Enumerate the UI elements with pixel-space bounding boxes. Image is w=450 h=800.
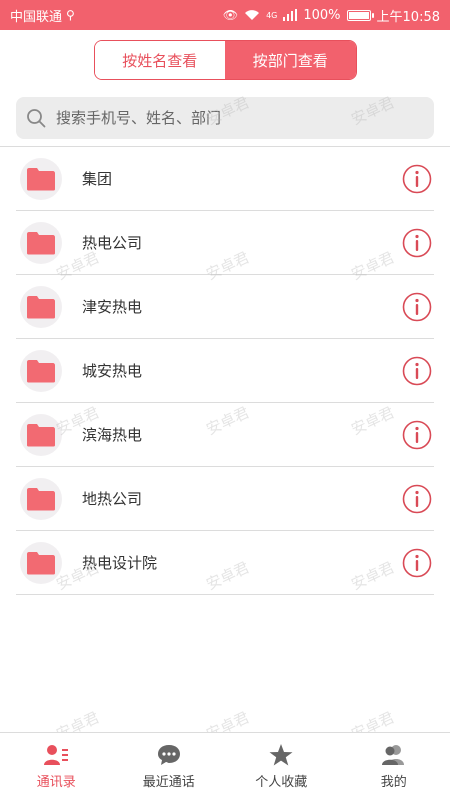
status-bar: 中国联通 ⚲ 👁 4G 100% 上午10:58 — [0, 0, 450, 30]
department-name: 集团 — [82, 170, 113, 188]
contacts-icon — [44, 745, 69, 765]
eye-icon: 👁 — [222, 8, 239, 22]
chat-bubble-icon — [157, 745, 180, 765]
department-row[interactable]: 滨海热电 — [16, 403, 434, 467]
department-name: 地热公司 — [82, 490, 143, 508]
tab-recent-calls[interactable]: 最近通话 — [113, 733, 226, 800]
view-mode-segment: 按姓名查看 按部门查看 — [93, 40, 357, 80]
folder-icon — [20, 349, 62, 392]
carrier-name: 中国联通 — [10, 9, 63, 25]
folder-icon — [20, 477, 62, 520]
department-name: 津安热电 — [82, 298, 143, 316]
tab-contacts[interactable]: 通讯录 — [0, 733, 113, 800]
network-type: 4G — [266, 10, 278, 20]
folder-icon — [20, 541, 62, 584]
tab-favorites-label: 个人收藏 — [255, 775, 308, 790]
search-bar[interactable] — [16, 97, 434, 139]
tab-mine[interactable]: 我的 — [338, 733, 450, 800]
folder-icon — [20, 157, 62, 200]
department-name: 城安热电 — [82, 362, 143, 380]
bottom-tab-bar: 通讯录 最近通话 个人收藏 我的 — [0, 732, 450, 800]
signal-icon — [283, 9, 298, 21]
wifi-icon — [245, 10, 260, 20]
folder-icon — [20, 413, 62, 456]
tab-mine-label: 我的 — [380, 775, 407, 790]
users-icon — [381, 745, 404, 765]
tab-by-department[interactable]: 按部门查看 — [225, 41, 356, 79]
department-name: 热电公司 — [82, 234, 143, 252]
search-icon — [27, 109, 46, 128]
info-icon[interactable] — [402, 228, 432, 258]
department-row[interactable]: 地热公司 — [16, 467, 434, 531]
folder-icon — [20, 285, 62, 328]
clock: 上午10:58 — [376, 9, 440, 25]
info-icon[interactable] — [402, 420, 432, 450]
tab-by-name[interactable]: 按姓名查看 — [94, 41, 225, 79]
department-name: 滨海热电 — [82, 426, 143, 444]
battery-percent: 100% — [303, 7, 341, 23]
usb-icon: ⚲ — [66, 8, 75, 22]
tab-recent-label: 最近通话 — [142, 775, 195, 790]
folder-icon — [20, 221, 62, 264]
info-icon[interactable] — [402, 484, 432, 514]
department-row[interactable]: 热电设计院 — [16, 531, 434, 595]
tab-favorites[interactable]: 个人收藏 — [225, 733, 338, 800]
department-row[interactable]: 热电公司 — [16, 211, 434, 275]
star-icon — [269, 744, 293, 766]
department-row[interactable]: 城安热电 — [16, 339, 434, 403]
tab-contacts-label: 通讯录 — [36, 775, 76, 790]
department-name: 热电设计院 — [82, 554, 158, 572]
info-icon[interactable] — [402, 548, 432, 578]
department-row[interactable]: 集团 — [16, 147, 434, 211]
info-icon[interactable] — [402, 164, 432, 194]
info-icon[interactable] — [402, 292, 432, 322]
department-row[interactable]: 津安热电 — [16, 275, 434, 339]
info-icon[interactable] — [402, 356, 432, 386]
search-input[interactable] — [56, 109, 434, 127]
battery-icon — [346, 9, 374, 21]
department-list: 集团热电公司津安热电城安热电滨海热电地热公司热电设计院 — [0, 146, 450, 595]
